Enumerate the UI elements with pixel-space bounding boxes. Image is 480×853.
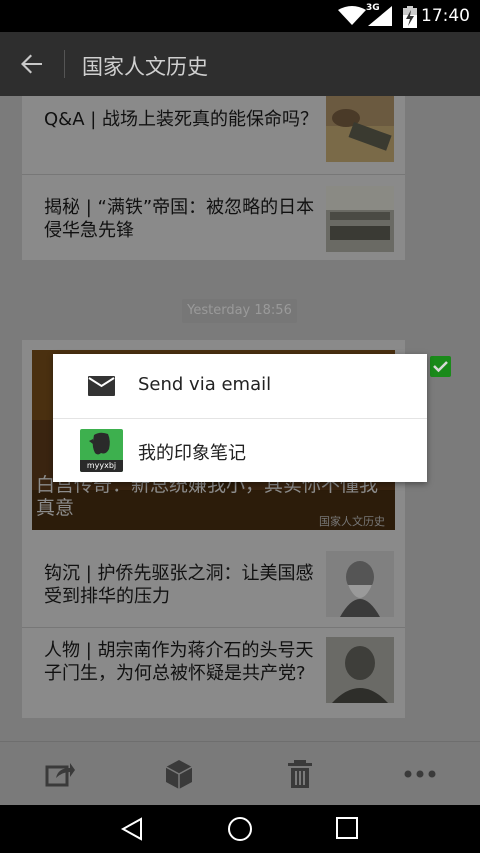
article-title: 揭秘 | “满铁”帝国：被忽略的日本侵华急先锋 [44,197,315,241]
more-icon[interactable] [404,758,436,790]
evernote-icon-caption: myyxbj [80,460,123,472]
recents-nav-icon[interactable] [336,817,358,839]
share-option-email[interactable]: Send via email [53,354,427,418]
check-icon [433,361,448,373]
article-title: Q&A | 战场上装死真的能保命吗？ [44,109,319,130]
box-icon[interactable] [163,758,195,790]
bottom-toolbar [0,741,480,805]
trash-icon[interactable] [284,758,316,790]
page-title: 国家人文历史 [82,55,208,79]
back-nav-icon[interactable] [120,817,144,841]
article-thumbnail [326,186,394,252]
article-card: Q&A | 战场上装死真的能保命吗？ 揭秘 | “满铁”帝国：被忽略的日本侵华急… [22,96,405,260]
app-bar: 国家人文历史 [0,32,480,96]
mail-icon [88,376,115,396]
share-option-label: Send via email [138,374,272,395]
list-item[interactable]: 钩沉 | 护侨先驱张之洞：让美国感受到排华的压力 [22,540,405,628]
battery-charging-icon [403,6,417,28]
wifi-icon [338,6,366,25]
share-icon[interactable] [44,758,76,790]
app-bar-divider [64,50,65,78]
list-item[interactable]: 人物 | 胡宗南作为蒋介石的头号天子门生，为何总被怀疑是共产党? [22,629,405,718]
home-nav-icon[interactable] [227,817,253,843]
system-nav-bar [0,805,480,853]
status-time: 17:40 [421,6,470,26]
evernote-icon: myyxbj [80,429,123,472]
list-item[interactable]: Q&A | 战场上装死真的能保命吗？ [22,96,405,175]
timestamp-badge: Yesterday 18:56 [182,299,297,323]
featured-watermark: 国家人文历史 [319,515,385,528]
status-bar: 3G 17:40 [0,0,480,32]
selected-checkbox[interactable] [430,356,451,377]
article-thumbnail [326,96,394,162]
article-title: 人物 | 胡宗南作为蒋介石的头号天子门生，为何总被怀疑是共产党? [44,640,314,684]
share-option-label: 我的印象笔记 [138,443,246,464]
article-thumbnail [326,637,394,703]
elephant-glyph [89,432,110,455]
share-option-evernote[interactable]: myyxbj 我的印象笔记 [53,418,427,482]
cell-signal-icon [368,6,392,26]
list-item[interactable]: 揭秘 | “满铁”帝国：被忽略的日本侵华急先锋 [22,176,405,260]
arrow-left-icon[interactable] [20,52,44,76]
share-dialog: Send via email myyxbj 我的印象笔记 [53,354,427,482]
article-title: 钩沉 | 护侨先驱张之洞：让美国感受到排华的压力 [44,563,314,607]
article-thumbnail [326,551,394,617]
